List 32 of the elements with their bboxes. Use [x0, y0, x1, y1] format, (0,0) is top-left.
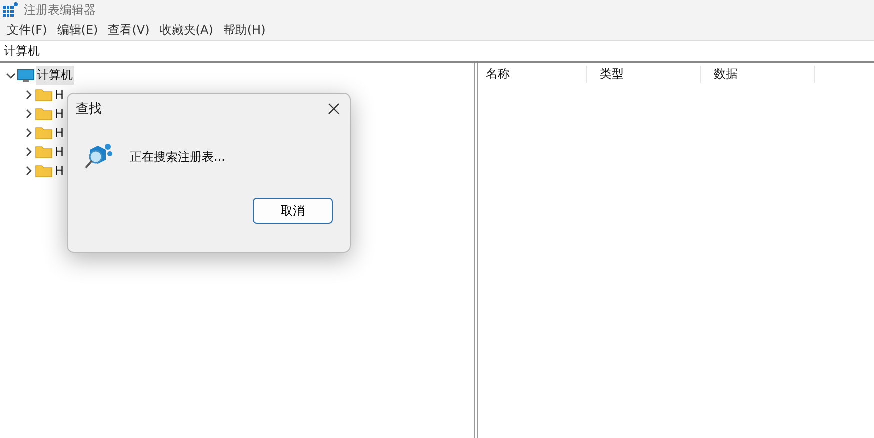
chevron-right-icon[interactable]: [24, 146, 34, 156]
tree-item[interactable]: H: [54, 86, 66, 102]
chevron-right-icon[interactable]: [24, 166, 34, 176]
menu-item[interactable]: 文件(F): [2, 22, 52, 38]
folder-icon: [35, 106, 53, 120]
tree-item[interactable]: H: [54, 144, 66, 160]
tree-item[interactable]: H: [54, 162, 66, 178]
tree-item[interactable]: H: [54, 124, 66, 140]
folder-icon: [35, 126, 53, 140]
chevron-right-icon[interactable]: [24, 108, 34, 118]
chevron-right-icon[interactable]: [24, 128, 34, 138]
menu-item[interactable]: 编辑(E): [52, 22, 104, 38]
monitor-icon: [17, 68, 35, 82]
column-header[interactable]: 类型: [592, 66, 701, 82]
folder-icon: [35, 88, 53, 102]
dialog-title: 查找: [76, 101, 102, 118]
status-message: 正在搜索注册表...: [130, 148, 226, 166]
tree-item[interactable]: 计算机: [36, 66, 74, 85]
column-header[interactable]: 名称: [478, 66, 587, 82]
menu-item[interactable]: 查看(V): [103, 22, 155, 38]
column-header[interactable]: 数据: [706, 66, 815, 82]
tree-item[interactable]: H: [54, 106, 66, 122]
address-bar[interactable]: 计算机: [4, 42, 40, 60]
folder-icon: [35, 144, 53, 158]
chevron-right-icon[interactable]: [24, 90, 34, 100]
menu-item[interactable]: 帮助(H): [218, 22, 271, 38]
menu-item[interactable]: 收藏夹(A): [154, 22, 218, 38]
close-button[interactable]: [326, 101, 342, 117]
cancel-button[interactable]: 取消: [253, 198, 333, 224]
folder-icon: [35, 164, 53, 178]
chevron-down-icon[interactable]: [6, 70, 16, 80]
window-title: 注册表编辑器: [24, 2, 96, 18]
